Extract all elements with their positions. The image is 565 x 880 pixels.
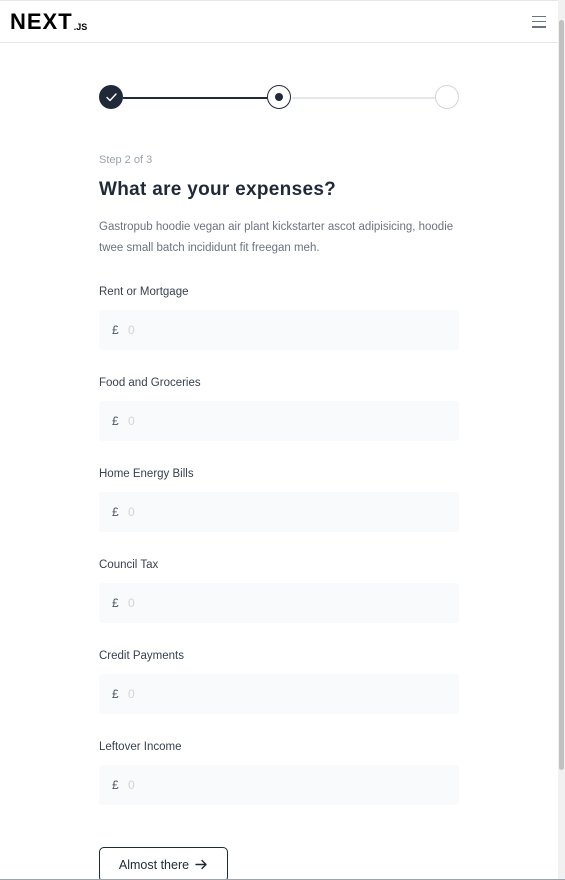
field-rent-or-mortgage: Rent or Mortgage £ — [99, 286, 459, 350]
step-1-completed — [99, 85, 123, 109]
current-step-dot — [275, 93, 283, 101]
field-home-energy-bills: Home Energy Bills £ — [99, 468, 459, 532]
stepper-line-pending — [292, 97, 436, 99]
field-label: Rent or Mortgage — [99, 286, 189, 298]
progress-stepper — [99, 84, 459, 112]
field-food-and-groceries: Food and Groceries £ — [99, 377, 459, 441]
arrow-right-icon — [195, 859, 207, 870]
field-council-tax: Council Tax £ — [99, 559, 459, 623]
step-label: Step 2 of 3 — [99, 154, 153, 166]
scrollbar[interactable] — [558, 0, 565, 880]
expenses-form: Step 2 of 3 What are your expenses? Gast… — [99, 84, 459, 880]
credit-payments-input[interactable] — [128, 687, 428, 701]
nextjs-logo[interactable]: NEXT .JS — [10, 8, 88, 34]
check-icon — [105, 92, 117, 101]
leftover-income-input[interactable] — [128, 778, 428, 792]
logo-subtext: .JS — [73, 21, 88, 32]
logo-text: NEXT — [10, 8, 73, 34]
home-energy-bills-input[interactable] — [128, 505, 428, 519]
currency-symbol: £ — [112, 414, 119, 428]
hamburger-menu-icon[interactable] — [532, 15, 546, 28]
field-label: Home Energy Bills — [99, 468, 194, 480]
step-3-pending — [435, 85, 459, 109]
field-label: Leftover Income — [99, 741, 182, 753]
stepper-line-completed — [123, 97, 267, 99]
food-and-groceries-input[interactable] — [128, 414, 428, 428]
currency-symbol: £ — [112, 596, 119, 610]
input-wrapper[interactable]: £ — [99, 674, 459, 714]
input-wrapper[interactable]: £ — [99, 310, 459, 350]
button-label: Almost there — [118, 857, 190, 872]
input-wrapper[interactable]: £ — [99, 765, 459, 805]
input-wrapper[interactable]: £ — [99, 401, 459, 441]
currency-symbol: £ — [112, 778, 119, 792]
currency-symbol: £ — [112, 687, 119, 701]
input-wrapper[interactable]: £ — [99, 583, 459, 623]
field-label: Council Tax — [99, 559, 159, 571]
almost-there-button[interactable]: Almost there — [99, 847, 228, 880]
field-leftover-income: Leftover Income £ — [99, 741, 459, 805]
input-wrapper[interactable]: £ — [99, 492, 459, 532]
field-credit-payments: Credit Payments £ — [99, 650, 459, 714]
council-tax-input[interactable] — [128, 596, 428, 610]
currency-symbol: £ — [112, 323, 119, 337]
field-label: Food and Groceries — [99, 377, 201, 389]
top-nav: NEXT .JS — [0, 0, 558, 43]
scrollbar-thumb[interactable] — [559, 20, 564, 770]
step-2-current — [267, 85, 291, 109]
page-title: What are your expenses? — [99, 179, 337, 200]
rent-or-mortgage-input[interactable] — [128, 323, 428, 337]
field-label: Credit Payments — [99, 650, 185, 662]
page-description: Gastropub hoodie vegan air plant kicksta… — [99, 221, 454, 254]
currency-symbol: £ — [112, 505, 119, 519]
